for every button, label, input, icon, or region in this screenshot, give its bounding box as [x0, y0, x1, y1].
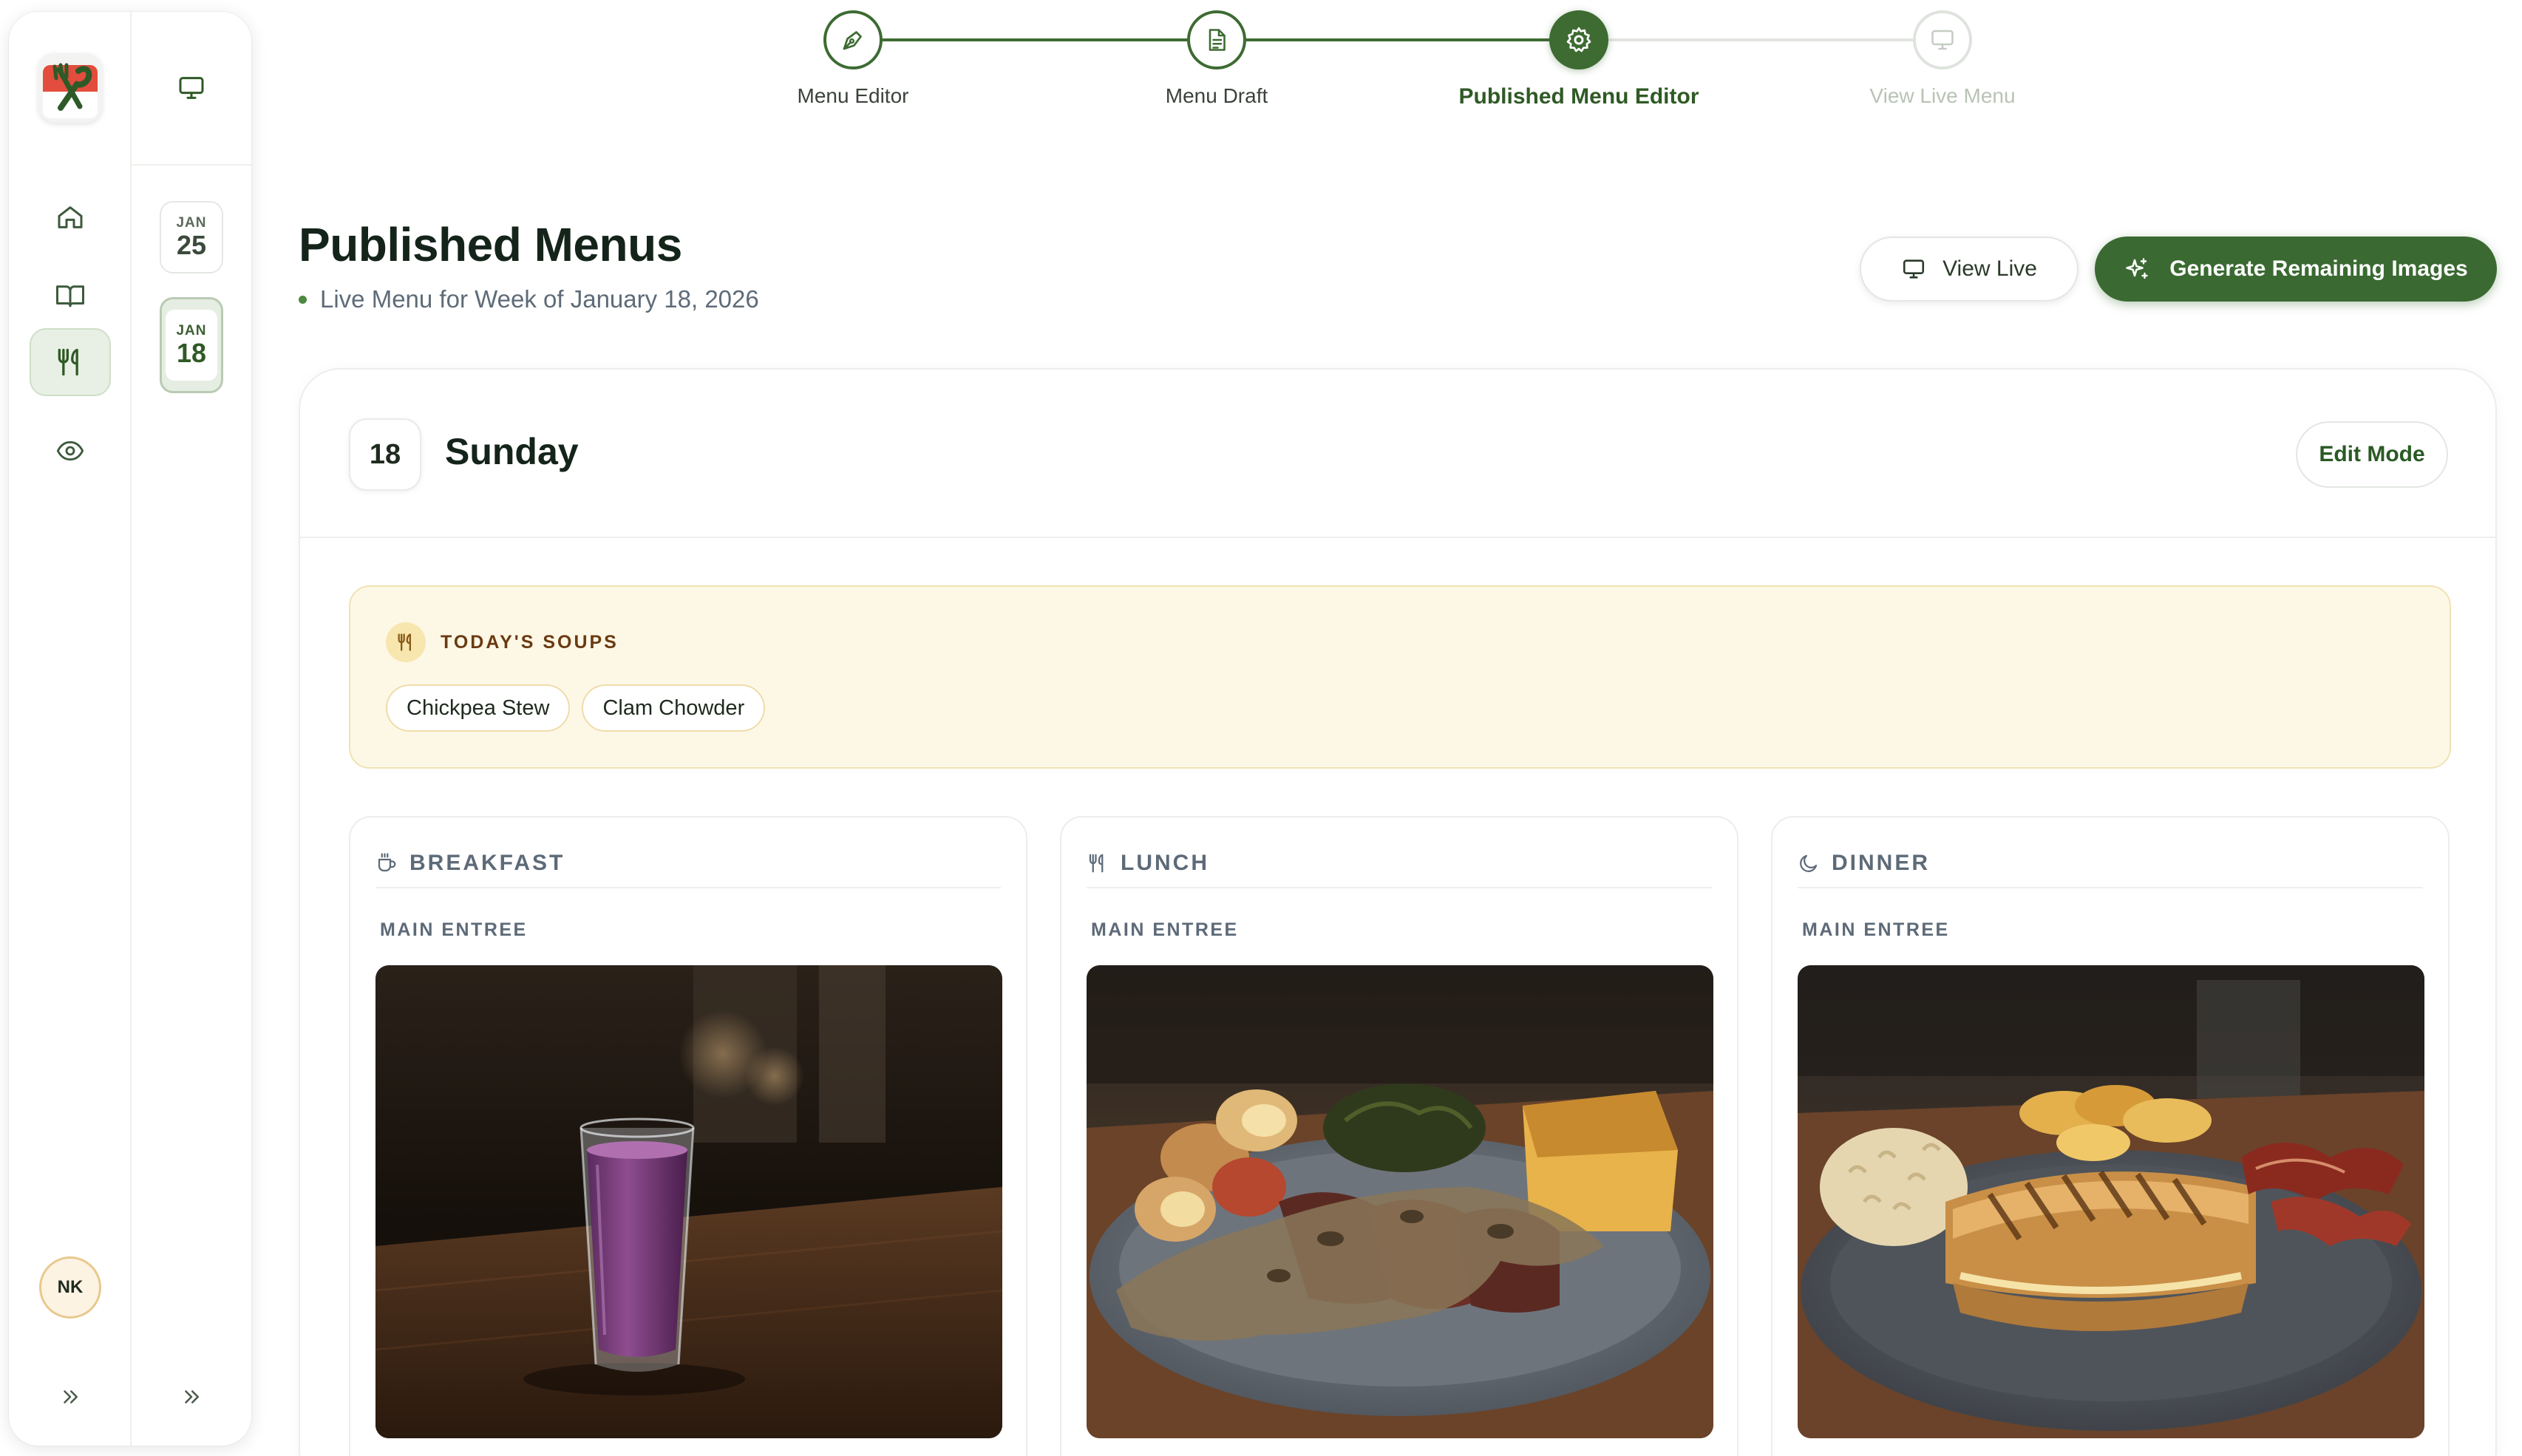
home-nav-button[interactable]: [30, 183, 111, 251]
generate-label: Generate Remaining Images: [2169, 256, 2468, 281]
meal-card-lunch: LUNCH MAIN ENTREE: [1060, 816, 1738, 1456]
day-name: Sunday: [445, 431, 579, 472]
utensils-icon: [386, 622, 426, 662]
coffee-cup-icon: [378, 853, 396, 872]
date-month: JAN: [176, 323, 207, 339]
monitor-icon: [1931, 30, 1954, 50]
preview-nav-button[interactable]: [30, 417, 111, 485]
utensils-icon: [58, 348, 78, 376]
pen-tool-icon: [843, 31, 862, 50]
step-connector: [1246, 38, 1551, 41]
eye-icon: [56, 440, 84, 461]
monitor-icon: [1903, 259, 1925, 279]
published-menus-nav-button[interactable]: [30, 328, 111, 396]
utensils-icon: [1089, 854, 1104, 873]
lunch-entree-image[interactable]: [1087, 965, 1713, 1438]
step-label: Published Menu Editor: [1458, 84, 1699, 109]
soup-pill[interactable]: Clam Chowder: [582, 684, 766, 732]
meal-card-breakfast: BREAKFAST MAIN ENTREE: [349, 816, 1027, 1456]
day-header: 18 Sunday Edit Mode: [300, 370, 2495, 538]
page-subtitle: Live Menu for Week of January 18, 2026: [299, 285, 759, 313]
view-live-label: View Live: [1943, 256, 2037, 281]
sidebar: NK JAN 25 JAN 18: [9, 12, 251, 1446]
subtitle-text: Live Menu for Week of January 18, 2026: [320, 285, 759, 313]
moon-icon: [1800, 854, 1818, 872]
expand-week-button[interactable]: [169, 1375, 214, 1419]
step-view-live-menu[interactable]: [1913, 10, 1972, 69]
user-avatar[interactable]: NK: [39, 1256, 101, 1319]
nav-rail: NK: [9, 12, 132, 1446]
meal-title: LUNCH: [1121, 851, 1209, 875]
chevrons-right-icon: [185, 1390, 199, 1404]
book-open-icon: [56, 285, 84, 307]
date-day: 18: [176, 338, 207, 369]
soups-title: TODAY'S SOUPS: [441, 631, 619, 653]
workflow-stepper: Menu Editor Menu Draft Published Menu Ed…: [0, 0, 2522, 133]
meal-section-label: MAIN ENTREE: [1802, 919, 1950, 940]
chevrons-right-icon: [64, 1390, 78, 1404]
edit-mode-button[interactable]: Edit Mode: [2296, 421, 2448, 488]
soup-pill[interactable]: Chickpea Stew: [386, 684, 571, 732]
meal-title: BREAKFAST: [409, 851, 565, 875]
sparkles-icon: [2126, 258, 2148, 279]
date-month: JAN: [176, 215, 207, 231]
week-column: JAN 25 JAN 18: [132, 12, 251, 1446]
home-icon: [58, 206, 83, 228]
gear-icon: [1566, 27, 1591, 52]
step-menu-draft[interactable]: [1187, 10, 1246, 69]
generate-images-button[interactable]: Generate Remaining Images: [2095, 237, 2497, 302]
avatar-initials: NK: [57, 1277, 84, 1297]
step-menu-editor[interactable]: [823, 10, 883, 69]
meal-section-label: MAIN ENTREE: [380, 919, 528, 940]
view-live-button[interactable]: View Live: [1860, 237, 2079, 302]
step-label: View Live Menu: [1869, 84, 2016, 107]
step-label: Menu Draft: [1165, 84, 1268, 107]
menu-book-nav-button[interactable]: [30, 262, 111, 330]
meal-section-label: MAIN ENTREE: [1091, 919, 1239, 940]
day-card: 18 Sunday Edit Mode TODAY'S SOUPS Chickp…: [299, 368, 2497, 1456]
day-number-badge: 18: [349, 418, 421, 491]
page-title: Published Menus: [299, 218, 682, 271]
meal-title: DINNER: [1832, 851, 1931, 875]
breakfast-entree-image[interactable]: [375, 965, 1002, 1438]
week-date-jan-25[interactable]: JAN 25: [160, 201, 223, 273]
step-connector: [1608, 38, 1913, 41]
date-day: 25: [176, 230, 207, 261]
expand-nav-button[interactable]: [48, 1375, 92, 1419]
dinner-entree-image[interactable]: [1798, 965, 2424, 1438]
step-connector: [883, 38, 1189, 41]
week-date-jan-18[interactable]: JAN 18: [160, 297, 223, 393]
live-status-dot: [299, 295, 307, 304]
step-label: Menu Editor: [797, 84, 909, 107]
meal-card-dinner: DINNER MAIN ENTREE: [1771, 816, 2450, 1456]
step-published-menu-editor[interactable]: [1549, 10, 1608, 69]
todays-soups-panel: TODAY'S SOUPS Chickpea Stew Clam Chowder: [349, 585, 2451, 769]
file-text-icon: [1209, 29, 1226, 51]
